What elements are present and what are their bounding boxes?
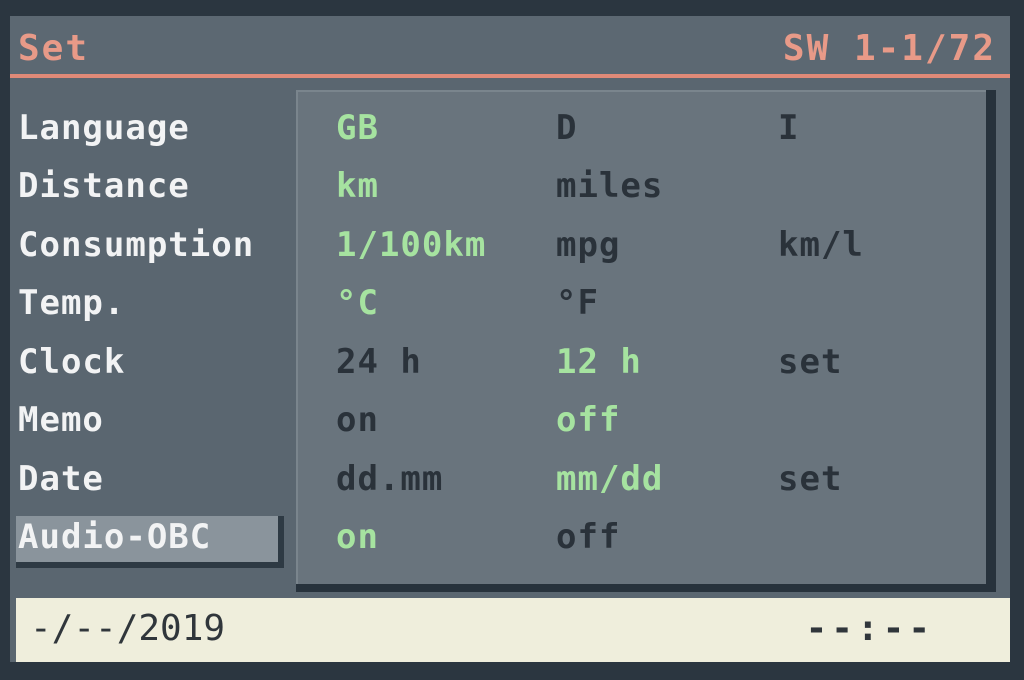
option-memo-on[interactable]: on xyxy=(336,400,379,440)
display-bezel-right xyxy=(1010,0,1024,680)
display-bezel-left xyxy=(0,0,10,680)
option-date-ddmm[interactable]: dd.mm xyxy=(336,459,443,499)
option-audio-obc-on[interactable]: on xyxy=(336,517,379,557)
page-title: Set xyxy=(18,28,90,69)
option-temp-celsius[interactable]: °C xyxy=(336,283,379,323)
option-consumption-mpg[interactable]: mpg xyxy=(556,225,620,265)
setting-label-date[interactable]: Date xyxy=(18,459,104,499)
option-memo-off[interactable]: off xyxy=(556,400,620,440)
setting-label-audio-obc[interactable]: Audio-OBC xyxy=(18,517,211,557)
option-language-i[interactable]: I xyxy=(778,108,799,148)
option-distance-km[interactable]: km xyxy=(336,166,379,206)
option-distance-miles[interactable]: miles xyxy=(556,166,663,206)
option-consumption-kml[interactable]: km/l xyxy=(778,225,864,265)
status-bar: -/--/2019 --:-- xyxy=(16,598,1010,662)
option-language-gb[interactable]: GB xyxy=(336,108,379,148)
option-audio-obc-off[interactable]: off xyxy=(556,517,620,557)
option-consumption-l100km[interactable]: 1/100km xyxy=(336,225,486,265)
display-bezel-bottom xyxy=(0,662,1024,680)
setting-label-language[interactable]: Language xyxy=(18,108,190,148)
setting-label-temp[interactable]: Temp. xyxy=(18,283,125,323)
date-display: -/--/2019 xyxy=(30,608,226,649)
option-temp-fahrenheit[interactable]: °F xyxy=(556,283,599,323)
setting-label-distance[interactable]: Distance xyxy=(18,166,190,206)
time-display: --:-- xyxy=(805,608,934,649)
option-clock-set[interactable]: set xyxy=(778,342,842,382)
setting-label-clock[interactable]: Clock xyxy=(18,342,125,382)
option-language-d[interactable]: D xyxy=(556,108,577,148)
page-indicator: SW 1-1/72 xyxy=(782,28,996,69)
setting-label-memo[interactable]: Memo xyxy=(18,400,104,440)
option-clock-12h[interactable]: 12 h xyxy=(556,342,642,382)
setting-label-consumption[interactable]: Consumption xyxy=(18,225,254,265)
display-bezel-top xyxy=(0,0,1024,16)
header-divider xyxy=(10,74,1010,78)
option-date-set[interactable]: set xyxy=(778,459,842,499)
header-bar: Set SW 1-1/72 xyxy=(10,16,1010,74)
option-clock-24h[interactable]: 24 h xyxy=(336,342,422,382)
option-date-mmdd[interactable]: mm/dd xyxy=(556,459,663,499)
obc-display: Set SW 1-1/72 Language Distance Consumpt… xyxy=(0,0,1024,680)
